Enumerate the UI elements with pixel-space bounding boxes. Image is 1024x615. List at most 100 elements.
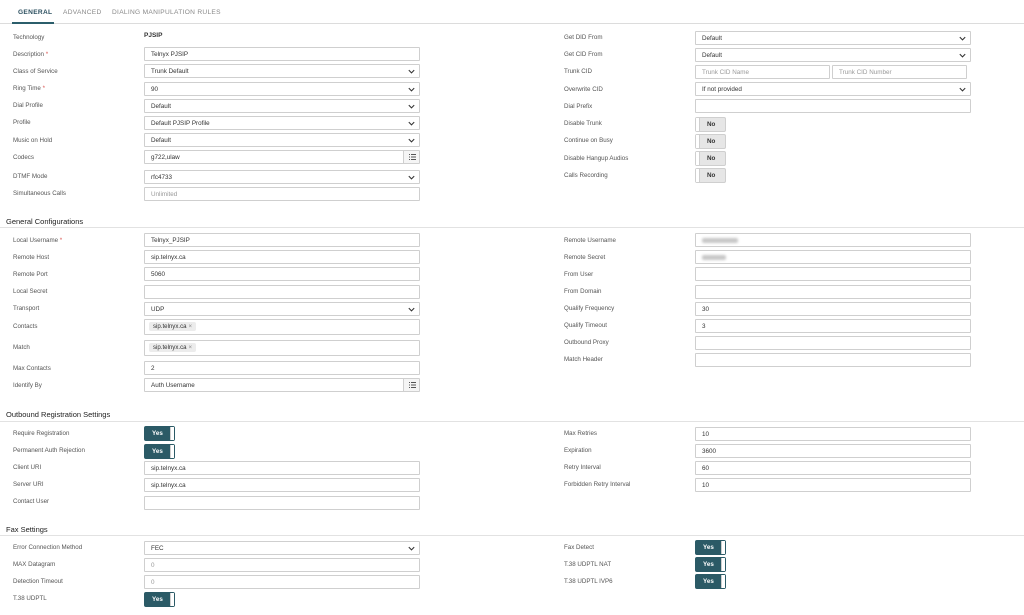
dial-prefix-input[interactable] xyxy=(695,99,971,113)
match-chip[interactable]: sip.telnyx.ca × xyxy=(149,343,197,352)
disable-hangup-audios-label: Disable Hangup Audios xyxy=(564,155,629,162)
match-input[interactable]: sip.telnyx.ca × xyxy=(144,340,420,356)
dial-profile-value: Default xyxy=(151,103,171,110)
remote-port-input[interactable]: 5060 xyxy=(144,267,420,281)
client-uri-value: sip.telnyx.ca xyxy=(151,465,186,472)
max-datagram-input[interactable]: 0 xyxy=(144,558,420,572)
dial-profile-select[interactable]: Default xyxy=(144,99,420,113)
trunk-cid-number-input[interactable]: Trunk CID Number xyxy=(832,65,967,79)
detection-timeout-input[interactable]: 0 xyxy=(144,575,420,589)
dtmf-mode-select[interactable]: rfc4733 xyxy=(144,170,420,184)
list-icon[interactable] xyxy=(403,151,419,163)
require-registration-label: Require Registration xyxy=(13,430,70,437)
section-title-fax-settings: Fax Settings xyxy=(6,525,48,534)
chevron-down-icon xyxy=(408,546,415,551)
disable-trunk-toggle[interactable]: No xyxy=(695,117,726,132)
music-on-hold-label: Music on Hold xyxy=(13,137,53,144)
get-did-from-select[interactable]: Default xyxy=(695,31,971,45)
t38-udptl-nat-toggle[interactable]: Yes xyxy=(695,557,726,572)
max-retries-label: Max Retries xyxy=(564,430,598,437)
expiration-input[interactable]: 3600 xyxy=(695,444,971,458)
get-cid-from-select[interactable]: Default xyxy=(695,48,971,62)
match-header-label: Match Header xyxy=(564,356,603,363)
require-registration-toggle[interactable]: Yes xyxy=(144,426,175,441)
tab-dialing-manipulation-rules[interactable]: DIALING MANIPULATION RULES xyxy=(112,9,221,16)
class-of-service-select[interactable]: Trunk Default xyxy=(144,64,420,78)
chevron-down-icon xyxy=(408,69,415,74)
match-label: Match xyxy=(13,344,30,351)
retry-interval-input[interactable]: 60 xyxy=(695,461,971,475)
get-did-from-value: Default xyxy=(702,35,722,42)
toggle-label: No xyxy=(707,138,716,145)
profile-value: Default PJSIP Profile xyxy=(151,120,210,127)
list-icon[interactable] xyxy=(403,379,419,391)
music-on-hold-select[interactable]: Default xyxy=(144,133,420,147)
codecs-input[interactable]: g722,ulaw xyxy=(144,150,420,164)
contact-user-input[interactable] xyxy=(144,496,420,510)
remote-secret-label: Remote Secret xyxy=(564,254,606,261)
permanent-auth-rejection-toggle[interactable]: Yes xyxy=(144,444,175,459)
client-uri-input[interactable]: sip.telnyx.ca xyxy=(144,461,420,475)
max-datagram-label: MAX Datagram xyxy=(13,561,56,568)
max-contacts-input[interactable]: 2 xyxy=(144,361,420,375)
section-title-outbound-registration: Outbound Registration Settings xyxy=(6,410,111,419)
tab-general[interactable]: GENERAL xyxy=(18,9,52,16)
toggle-label: No xyxy=(707,121,716,128)
toggle-label: No xyxy=(707,155,716,162)
t38-udptl-label: T.38 UDPTL xyxy=(13,595,47,602)
forbidden-retry-interval-value: 10 xyxy=(702,482,710,489)
continue-on-busy-toggle[interactable]: No xyxy=(695,134,726,149)
contacts-label: Contacts xyxy=(13,323,38,330)
description-label: Description * xyxy=(13,51,49,58)
music-on-hold-value: Default xyxy=(151,137,171,144)
local-username-input[interactable]: Telnyx_PJSIP xyxy=(144,233,420,247)
overwrite-cid-value: If not provided xyxy=(702,86,742,93)
remove-chip-icon[interactable]: × xyxy=(189,323,193,330)
remote-secret-input[interactable] xyxy=(695,250,971,264)
identify-by-input[interactable]: Auth Username xyxy=(144,378,420,392)
transport-label: Transport xyxy=(13,305,40,312)
remote-host-input[interactable]: sip.telnyx.ca xyxy=(144,250,420,264)
simultaneous-calls-input[interactable]: Unlimited xyxy=(144,187,420,201)
tab-advanced[interactable]: ADVANCED xyxy=(63,9,102,16)
server-uri-input[interactable]: sip.telnyx.ca xyxy=(144,478,420,492)
remote-username-label: Remote Username xyxy=(564,237,616,244)
remote-username-input[interactable] xyxy=(695,233,971,247)
disable-hangup-audios-toggle[interactable]: No xyxy=(695,151,726,166)
remote-host-label: Remote Host xyxy=(13,254,50,261)
toggle-label: Yes xyxy=(152,448,163,455)
qualify-timeout-input[interactable]: 3 xyxy=(695,319,971,333)
profile-select[interactable]: Default PJSIP Profile xyxy=(144,116,420,130)
simultaneous-calls-placeholder: Unlimited xyxy=(151,191,178,198)
local-secret-input[interactable] xyxy=(144,285,420,299)
error-correction-method-select[interactable]: FEC xyxy=(144,541,420,555)
t38-udptl-toggle[interactable]: Yes xyxy=(144,592,175,607)
forbidden-retry-interval-input[interactable]: 10 xyxy=(695,478,971,492)
calls-recording-toggle[interactable]: No xyxy=(695,168,726,183)
remove-chip-icon[interactable]: × xyxy=(189,344,193,351)
qualify-frequency-input[interactable]: 30 xyxy=(695,302,971,316)
detection-timeout-label: Detection Timeout xyxy=(13,578,63,585)
t38-udptl-ipv6-toggle[interactable]: Yes xyxy=(695,574,726,589)
from-domain-input[interactable] xyxy=(695,285,971,299)
from-user-input[interactable] xyxy=(695,267,971,281)
trunk-cid-name-placeholder: Trunk CID Name xyxy=(702,69,750,76)
trunk-cid-name-input[interactable]: Trunk CID Name xyxy=(695,65,830,79)
contacts-input[interactable]: sip.telnyx.ca × xyxy=(144,319,420,335)
contacts-chip[interactable]: sip.telnyx.ca × xyxy=(149,322,197,331)
calls-recording-label: Calls Recording xyxy=(564,172,608,179)
match-header-input[interactable] xyxy=(695,353,971,367)
expiration-label: Expiration xyxy=(564,447,592,454)
outbound-proxy-input[interactable] xyxy=(695,336,971,350)
fax-detect-toggle[interactable]: Yes xyxy=(695,540,726,555)
ring-time-select[interactable]: 90 xyxy=(144,82,420,96)
overwrite-cid-select[interactable]: If not provided xyxy=(695,82,971,96)
technology-value: PJSIP xyxy=(144,32,163,39)
description-input[interactable]: Telnyx PJSIP xyxy=(144,47,420,61)
codecs-label: Codecs xyxy=(13,154,34,161)
transport-select[interactable]: UDP xyxy=(144,302,420,316)
simultaneous-calls-label: Simultaneous Calls xyxy=(13,190,66,197)
error-correction-method-label: Error Connection Method xyxy=(13,544,83,551)
contact-user-label: Contact User xyxy=(13,498,50,505)
max-retries-input[interactable]: 10 xyxy=(695,427,971,441)
